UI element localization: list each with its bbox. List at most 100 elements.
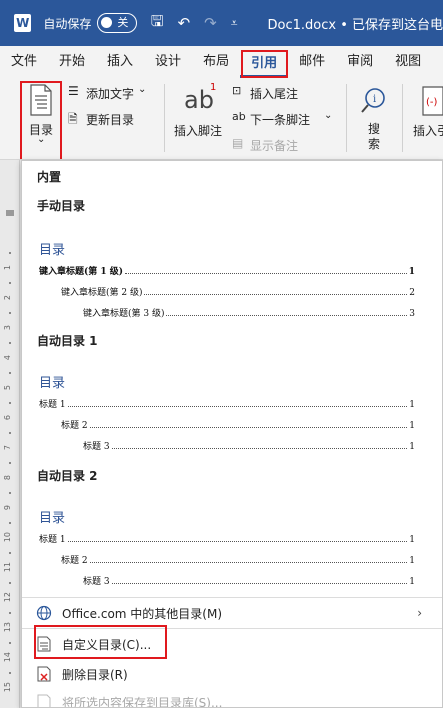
toc-icon: [30, 84, 52, 116]
toc-entry: 键入章标题(第 2 级) 2: [61, 286, 415, 298]
search-button[interactable]: i 搜 索: [354, 82, 394, 154]
tab-home[interactable]: 开始: [48, 46, 96, 78]
entry-text: 标题 2: [61, 421, 88, 431]
entry-text: 标题 2: [61, 556, 88, 566]
ruler-number: 8: [3, 475, 12, 481]
entry-page: 2: [409, 288, 415, 298]
ribbon-separator: [402, 84, 403, 152]
remove-toc-item[interactable]: 删除目录(R): [22, 661, 442, 687]
auto-toc-1-option[interactable]: 自动目录 1 目录 标题 1 1 标题 2 1 标题 3 1: [22, 326, 442, 456]
dot-leader: [125, 273, 407, 274]
update-toc-label: 更新目录: [86, 113, 135, 127]
more-tocs-office-item[interactable]: Office.com 中的其他目录(M) ›: [22, 600, 442, 626]
auto-toc-2-header: 自动目录 2: [37, 469, 98, 483]
toc-entry: 标题 3 1: [83, 440, 415, 452]
vertical-ruler: 1 2 3 4 5 6 7 8 9 10 11 12 13 14 15: [0, 160, 20, 708]
ruler-tick: [9, 342, 11, 344]
dot-leader: [67, 406, 408, 407]
globe-icon: [34, 603, 54, 623]
toc-button[interactable]: 目录 ⌄: [22, 82, 60, 154]
update-toc-icon: 🗎: [68, 112, 78, 126]
dot-leader: [89, 427, 408, 428]
toc-entry: 键入章标题(第 1 级) 1: [39, 265, 415, 277]
entry-text: 键入章标题(第 1 级): [39, 267, 124, 277]
show-notes-label: 显示备注: [250, 139, 299, 153]
tab-design[interactable]: 设计: [144, 46, 192, 78]
ruler-tick: [9, 252, 11, 254]
ruler-tick: [9, 432, 11, 434]
ruler-tick: [9, 282, 11, 284]
ruler-number: 9: [3, 505, 12, 511]
toc-entry: 键入章标题(第 3 级) 3: [83, 307, 415, 319]
ribbon-tabs: 文件 开始 插入 设计 布局 引用 邮件 审阅 视图 帮助: [0, 46, 443, 78]
auto-toc-2-option[interactable]: 自动目录 2 目录 标题 1 1 标题 2 1 标题 3 1: [22, 461, 442, 591]
dot-leader: [166, 315, 408, 316]
word-logo-icon: W: [14, 14, 32, 32]
show-notes-button: ▤ 显示备注: [232, 136, 342, 154]
insert-endnote-button[interactable]: ⊡ 插入尾注: [232, 84, 342, 102]
ruler-tick: [9, 642, 11, 644]
ruler-number: 15: [3, 682, 12, 693]
ribbon-separator: [346, 84, 347, 152]
insert-citation-button[interactable]: (-) 插入引: [408, 82, 443, 154]
ruler-tick: [9, 402, 11, 404]
ruler-number: 12: [3, 592, 12, 603]
redo-icon[interactable]: ↷: [204, 14, 217, 32]
tab-insert[interactable]: 插入: [96, 46, 144, 78]
ruler-tick: [9, 672, 11, 674]
custom-toc-item[interactable]: 自定义目录(C)...: [22, 631, 442, 657]
ruler-tick: [9, 552, 11, 554]
tab-file[interactable]: 文件: [0, 46, 48, 78]
ruler-number: 3: [3, 325, 12, 331]
custom-toc-label: 自定义目录(C)...: [62, 637, 152, 652]
toc-entry: 标题 1 1: [39, 398, 415, 410]
chevron-down-icon: ⌄: [138, 84, 147, 95]
footnote-superscript: 1: [210, 82, 217, 93]
auto-toc-2-title: 目录: [39, 511, 66, 526]
entry-page: 1: [409, 442, 415, 452]
ruler-tick: [9, 312, 11, 314]
next-footnote-button[interactable]: ab 下一条脚注 ⌄: [232, 110, 342, 128]
ribbon-separator: [164, 84, 165, 152]
save-icon[interactable]: 🖫: [151, 11, 164, 36]
entry-page: 1: [409, 421, 415, 431]
tab-references[interactable]: 引用: [240, 50, 289, 78]
tab-review[interactable]: 审阅: [336, 46, 384, 78]
document-title[interactable]: Doc1.docx • 已保存到这台电: [268, 14, 443, 33]
manual-toc-option[interactable]: 手动目录 目录 键入章标题(第 1 级) 1 键入章标题(第 2 级) 2 键入章标…: [22, 189, 442, 319]
entry-text: 标题 1: [39, 535, 66, 545]
toc-entry: 标题 2 1: [61, 419, 415, 431]
dot-leader: [111, 448, 408, 449]
toc-entry: 标题 3 1: [83, 575, 415, 587]
ruler-number: 13: [3, 622, 12, 633]
add-text-button[interactable]: ☰ 添加文字 ⌄: [66, 84, 156, 102]
tab-help[interactable]: 帮助: [432, 46, 443, 78]
remove-toc-label: 删除目录(R): [62, 667, 128, 682]
entry-text: 标题 1: [39, 400, 66, 410]
insert-footnote-button[interactable]: ab 1 插入脚注: [170, 82, 228, 154]
tab-mailings[interactable]: 邮件: [288, 46, 336, 78]
add-text-label: 添加文字: [86, 87, 135, 101]
ruler-indent-marker: [6, 210, 14, 216]
entry-text: 键入章标题(第 2 级): [61, 288, 143, 298]
undo-icon[interactable]: ↶: [178, 14, 191, 32]
more-tocs-label: Office.com 中的其他目录(M): [62, 606, 223, 621]
entry-page: 1: [409, 400, 415, 410]
menu-separator: [22, 597, 442, 598]
ruler-number: 11: [3, 562, 12, 573]
add-text-icon: ☰: [68, 84, 79, 98]
entry-page: 3: [409, 309, 415, 319]
entry-page: 1: [409, 535, 415, 545]
toggle-knob: [101, 17, 113, 28]
autosave-toggle[interactable]: 关: [97, 13, 137, 33]
title-bar: W 自动保存 关 🖫 ↶ ↷ ⩡ Doc1.docx • 已保存到这台电: [0, 0, 443, 46]
dot-leader: [144, 294, 408, 295]
tab-view[interactable]: 视图: [384, 46, 432, 78]
entry-text: 键入章标题(第 3 级): [83, 309, 165, 319]
entry-text: 标题 3: [83, 442, 110, 452]
custom-toc-icon: [34, 634, 54, 654]
ruler-number: 1: [3, 265, 12, 271]
customize-icon[interactable]: ⩡: [231, 16, 238, 31]
tab-layout[interactable]: 布局: [192, 46, 240, 78]
update-toc-button[interactable]: 🗎 更新目录: [66, 110, 156, 128]
